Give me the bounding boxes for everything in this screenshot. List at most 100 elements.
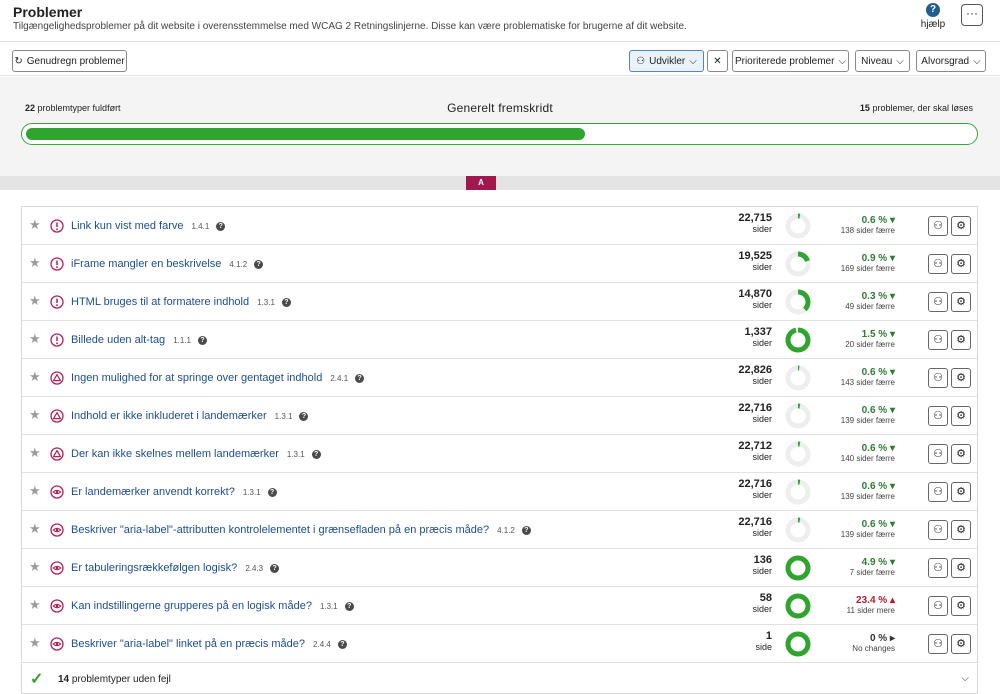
question-icon[interactable]: ? (311, 450, 321, 459)
chevron-down-icon[interactable]: ⌵ (961, 673, 969, 684)
settings-gear-button[interactable]: ⚙ (951, 406, 971, 426)
trend-down-icon: ▾ (889, 291, 895, 302)
question-icon[interactable]: ? (216, 222, 226, 231)
issue-name-link[interactable]: Kan indstillingerne grupperes på en logi… (71, 600, 354, 612)
page-unit: sider (752, 528, 772, 538)
assign-user-button[interactable]: ⚇ (928, 596, 948, 616)
settings-gear-button[interactable]: ⚙ (951, 330, 971, 350)
favorite-star-icon[interactable]: ★ (29, 484, 41, 497)
issue-name-link[interactable]: Beskriver "aria-label" linket på en præc… (71, 638, 347, 650)
assign-user-button[interactable]: ⚇ (928, 634, 948, 654)
issue-name-link[interactable]: Billede uden alt-tag 1.1.1? (71, 334, 207, 346)
assign-user-button[interactable]: ⚇ (928, 520, 948, 540)
assign-user-button[interactable]: ⚇ (928, 368, 948, 388)
assign-user-button[interactable]: ⚇ (928, 444, 948, 464)
change-description: 169 sider færre (840, 264, 895, 273)
assign-user-button[interactable]: ⚇ (928, 254, 948, 274)
assign-user-button[interactable]: ⚇ (928, 216, 948, 236)
issue-name-link[interactable]: Indhold er ikke inkluderet i landemærker… (71, 410, 309, 422)
help-icon: ? (926, 3, 940, 17)
settings-gear-button[interactable]: ⚙ (951, 254, 971, 274)
issue-row[interactable]: ★ Er tabuleringsrækkefølgen logisk? 2.4.3?… (22, 549, 977, 587)
more-options-button[interactable]: ··· (961, 4, 983, 26)
chevron-down-icon: ⌵ (838, 55, 847, 67)
question-icon[interactable]: ? (521, 526, 531, 535)
prioritized-dropdown[interactable]: Prioriterede problemer ⌵ (732, 50, 849, 72)
question-icon[interactable]: ? (270, 564, 280, 573)
favorite-star-icon[interactable]: ★ (29, 522, 41, 535)
question-icon[interactable]: ? (197, 336, 207, 345)
issue-row[interactable]: ★ Beskriver "aria-label" linket på en præ… (22, 625, 977, 663)
issue-name-link[interactable]: Link kun vist med farve 1.4.1? (71, 220, 226, 232)
change-description: 139 sider færre (840, 416, 895, 425)
issue-row[interactable]: ★ iFrame mangler en beskrivelse 4.1.2? 19,5… (22, 245, 977, 283)
favorite-star-icon[interactable]: ★ (29, 256, 41, 269)
settings-gear-button[interactable]: ⚙ (951, 596, 971, 616)
percentage-value: 0.6 % ▾ (841, 520, 895, 530)
assign-user-button[interactable]: ⚇ (928, 292, 948, 312)
issue-row[interactable]: ★ Er landemærker anvendt korrekt? 1.3.1? 22… (22, 473, 977, 511)
issue-row[interactable]: ★ HTML bruges til at formatere indhold 1.3… (22, 283, 977, 321)
issue-row[interactable]: ★ Ingen mulighed for at springe over gent… (22, 359, 977, 397)
question-icon[interactable]: ? (337, 640, 347, 649)
page-count: 22,716 (738, 516, 772, 528)
settings-gear-button[interactable]: ⚙ (951, 520, 971, 540)
question-icon[interactable]: ? (267, 488, 277, 497)
review-eye-icon (50, 485, 64, 499)
favorite-star-icon[interactable]: ★ (29, 370, 41, 383)
issue-name-link[interactable]: Beskriver "aria-label"-attributten kontr… (71, 524, 531, 536)
trend-down-icon: ▾ (889, 215, 895, 226)
progress-title: Generelt fremskridt (447, 101, 553, 115)
no-errors-row[interactable]: ✓ 14 problemtyper uden fejl ⌵ (21, 664, 978, 694)
settings-gear-button[interactable]: ⚙ (951, 558, 971, 578)
issue-row[interactable]: ★ Der kan ikke skelnes mellem landemærker… (22, 435, 977, 473)
assign-user-button[interactable]: ⚇ (928, 558, 948, 578)
assign-user-button[interactable]: ⚇ (928, 482, 948, 502)
help-link[interactable]: ? hjælp (916, 3, 950, 30)
no-errors-label: problemtyper uden fejl (71, 674, 171, 685)
question-icon[interactable]: ? (254, 260, 264, 269)
issue-name-link[interactable]: Der kan ikke skelnes mellem landemærker 1… (71, 448, 321, 460)
issue-name-link[interactable]: HTML bruges til at formatere indhold 1.3.… (71, 296, 291, 308)
issue-title: Kan indstillingerne grupperes på en logi… (71, 600, 312, 612)
question-icon[interactable]: ? (299, 412, 309, 421)
issue-row[interactable]: ★ Link kun vist med farve 1.4.1? 22,715 side… (22, 207, 977, 245)
issue-row[interactable]: ★ Indhold er ikke inkluderet i landemærke… (22, 397, 977, 435)
assign-user-button[interactable]: ⚇ (928, 330, 948, 350)
change-description: 139 sider færre (840, 530, 895, 539)
issue-row[interactable]: ★ Kan indstillingerne grupperes på en log… (22, 587, 977, 625)
role-dropdown[interactable]: ⚇ Udvikler ⌵ (629, 50, 704, 72)
level-dropdown[interactable]: Niveau ⌵ (855, 50, 910, 72)
settings-gear-button[interactable]: ⚙ (951, 292, 971, 312)
severity-dropdown[interactable]: Alvorsgrad ⌵ (916, 50, 986, 72)
issue-row[interactable]: ★ Billede uden alt-tag 1.1.1? 1,337 sider 1.5… (22, 321, 977, 359)
favorite-star-icon[interactable]: ★ (29, 560, 41, 573)
issue-name-link[interactable]: Er tabuleringsrækkefølgen logisk? 2.4.3? (71, 562, 280, 574)
question-icon[interactable]: ? (281, 298, 291, 307)
question-icon[interactable]: ? (355, 374, 365, 383)
favorite-star-icon[interactable]: ★ (29, 446, 41, 459)
trend-down-icon: ▾ (889, 367, 895, 378)
chevron-down-icon: ⌵ (896, 55, 904, 67)
overall-progress: 22 problemtyper fuldført Generelt fremsk… (0, 77, 1000, 176)
favorite-star-icon[interactable]: ★ (29, 598, 41, 611)
issue-name-link[interactable]: Er landemærker anvendt korrekt? 1.3.1? (71, 486, 277, 498)
affected-pages: 22,716 sider (738, 517, 772, 539)
settings-gear-button[interactable]: ⚙ (951, 444, 971, 464)
favorite-star-icon[interactable]: ★ (29, 332, 41, 345)
favorite-star-icon[interactable]: ★ (29, 218, 41, 231)
favorite-star-icon[interactable]: ★ (29, 294, 41, 307)
settings-gear-button[interactable]: ⚙ (951, 368, 971, 388)
settings-gear-button[interactable]: ⚙ (951, 482, 971, 502)
favorite-star-icon[interactable]: ★ (29, 636, 41, 649)
recalculate-button[interactable]: ↻ Genudregn problemer (12, 50, 127, 72)
issue-row[interactable]: ★ Beskriver "aria-label"-attributten kont… (22, 511, 977, 549)
settings-gear-button[interactable]: ⚙ (951, 634, 971, 654)
clear-role-button[interactable]: ✕ (707, 50, 728, 72)
settings-gear-button[interactable]: ⚙ (951, 216, 971, 236)
issue-name-link[interactable]: Ingen mulighed for at springe over genta… (71, 372, 365, 384)
assign-user-button[interactable]: ⚇ (928, 406, 948, 426)
favorite-star-icon[interactable]: ★ (29, 408, 41, 421)
question-icon[interactable]: ? (344, 602, 354, 611)
issue-name-link[interactable]: iFrame mangler en beskrivelse 4.1.2? (71, 258, 264, 270)
